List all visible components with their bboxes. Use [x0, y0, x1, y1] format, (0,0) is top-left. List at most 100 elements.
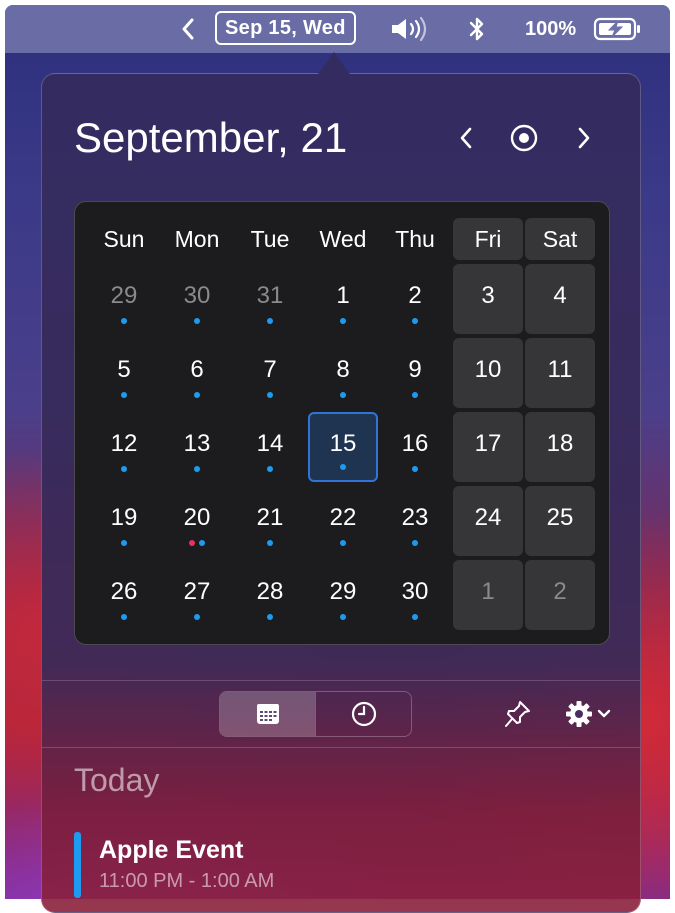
- day-cell[interactable]: 1: [453, 560, 523, 630]
- event-dot-blue: [267, 614, 273, 620]
- day-number: 21: [256, 504, 284, 531]
- event-title: Apple Event: [99, 836, 244, 864]
- clock-icon: [351, 701, 376, 727]
- menubar-date-button[interactable]: Sep 15, Wed: [215, 11, 356, 45]
- event-indicators: [380, 466, 450, 472]
- weekday-header-6: Sat: [525, 218, 595, 260]
- day-cell[interactable]: 28: [235, 560, 305, 630]
- chevron-right-icon: [578, 127, 590, 149]
- chevron-left-icon: [460, 127, 472, 149]
- day-cell[interactable]: 2: [525, 560, 595, 630]
- event-indicators: [380, 318, 450, 324]
- day-cell[interactable]: 31: [235, 264, 305, 334]
- divider: [42, 680, 640, 681]
- day-number: 16: [401, 430, 429, 457]
- event-dot-red: [189, 540, 195, 546]
- month-title: September, 21: [74, 114, 347, 162]
- day-number: 14: [256, 430, 284, 457]
- day-cell[interactable]: 27: [162, 560, 232, 630]
- weekday-header-2: Tue: [250, 225, 290, 252]
- calendar-view-button[interactable]: [220, 692, 315, 736]
- day-cell[interactable]: 23: [380, 486, 450, 556]
- calendar-grid: Sun Mon Tue Wed Thu Fri Sat 29 30 31 1 2 3 4 5 6 7 8 9 10 11…: [74, 201, 610, 645]
- day-cell[interactable]: 1: [308, 264, 378, 334]
- previous-month-button[interactable]: [448, 120, 484, 156]
- menu-bar: Sep 15, Wed 100%: [5, 5, 670, 53]
- day-cell[interactable]: 30: [162, 264, 232, 334]
- day-cell[interactable]: 16: [380, 412, 450, 482]
- day-cell[interactable]: 11: [525, 338, 595, 408]
- day-cell[interactable]: 30: [380, 560, 450, 630]
- target-circle-icon: [510, 124, 538, 152]
- event-dot-blue: [194, 614, 200, 620]
- settings-menu-button[interactable]: [558, 696, 618, 732]
- event-indicators: [380, 540, 450, 546]
- menubar-back-button[interactable]: [177, 5, 199, 53]
- day-number: 20: [183, 504, 211, 531]
- agenda-heading: Today: [74, 762, 160, 798]
- day-cell[interactable]: 18: [525, 412, 595, 482]
- event-dot-blue: [412, 466, 418, 472]
- event-dot-blue: [267, 318, 273, 324]
- day-cell[interactable]: 26: [89, 560, 159, 630]
- event-item[interactable]: Apple Event 11:00 PM - 1:00 AM: [74, 832, 594, 898]
- day-cell[interactable]: 22: [308, 486, 378, 556]
- day-cell[interactable]: 17: [453, 412, 523, 482]
- weekday-header-3: Wed: [319, 225, 367, 252]
- day-number: 18: [546, 430, 574, 457]
- day-number: 6: [190, 356, 204, 383]
- day-number: 30: [401, 578, 429, 605]
- day-cell[interactable]: 29: [308, 560, 378, 630]
- day-cell[interactable]: 3: [453, 264, 523, 334]
- event-indicators: [235, 540, 305, 546]
- day-cell[interactable]: 14: [235, 412, 305, 482]
- day-number: 23: [401, 504, 429, 531]
- day-cell[interactable]: 29: [89, 264, 159, 334]
- day-cell[interactable]: 6: [162, 338, 232, 408]
- event-indicators: [162, 540, 232, 546]
- speaker-wave-icon[interactable]: [389, 5, 429, 53]
- event-indicators: [308, 392, 378, 398]
- day-cell[interactable]: 19: [89, 486, 159, 556]
- day-number: 5: [117, 356, 131, 383]
- day-cell[interactable]: 10: [453, 338, 523, 408]
- day-cell[interactable]: 5: [89, 338, 159, 408]
- day-number: 13: [183, 430, 211, 457]
- day-cell[interactable]: 9: [380, 338, 450, 408]
- event-indicators: [235, 392, 305, 398]
- day-number: 30: [183, 282, 211, 309]
- day-number: 1: [336, 282, 350, 309]
- event-indicators: [235, 318, 305, 324]
- weekday-header-0: Sun: [103, 225, 145, 252]
- pin-button[interactable]: [502, 696, 534, 732]
- day-cell[interactable]: 25: [525, 486, 595, 556]
- event-indicators: [380, 392, 450, 398]
- day-cell[interactable]: 24: [453, 486, 523, 556]
- day-cell[interactable]: 4: [525, 264, 595, 334]
- day-cell[interactable]: 21: [235, 486, 305, 556]
- event-color-bar: [74, 832, 81, 898]
- day-cell-today[interactable]: 15: [308, 412, 378, 482]
- event-indicators: [89, 466, 159, 472]
- event-dot-blue: [121, 540, 127, 546]
- battery-charging-icon[interactable]: [593, 5, 643, 53]
- event-dot-blue: [340, 392, 346, 398]
- go-to-today-button[interactable]: [506, 120, 542, 156]
- day-number: 24: [474, 504, 502, 531]
- bluetooth-icon[interactable]: [467, 5, 487, 53]
- day-cell[interactable]: 20: [162, 486, 232, 556]
- event-indicators: [89, 392, 159, 398]
- next-month-button[interactable]: [566, 120, 602, 156]
- event-indicators: [310, 464, 376, 470]
- event-indicators: [235, 614, 305, 620]
- day-cell[interactable]: 13: [162, 412, 232, 482]
- day-cell[interactable]: 7: [235, 338, 305, 408]
- day-cell[interactable]: 8: [308, 338, 378, 408]
- event-indicators: [162, 466, 232, 472]
- event-indicators: [308, 318, 378, 324]
- event-indicators: [162, 318, 232, 324]
- event-dot-blue: [340, 464, 346, 470]
- day-cell[interactable]: 2: [380, 264, 450, 334]
- day-cell[interactable]: 12: [89, 412, 159, 482]
- clock-view-button[interactable]: [316, 692, 411, 736]
